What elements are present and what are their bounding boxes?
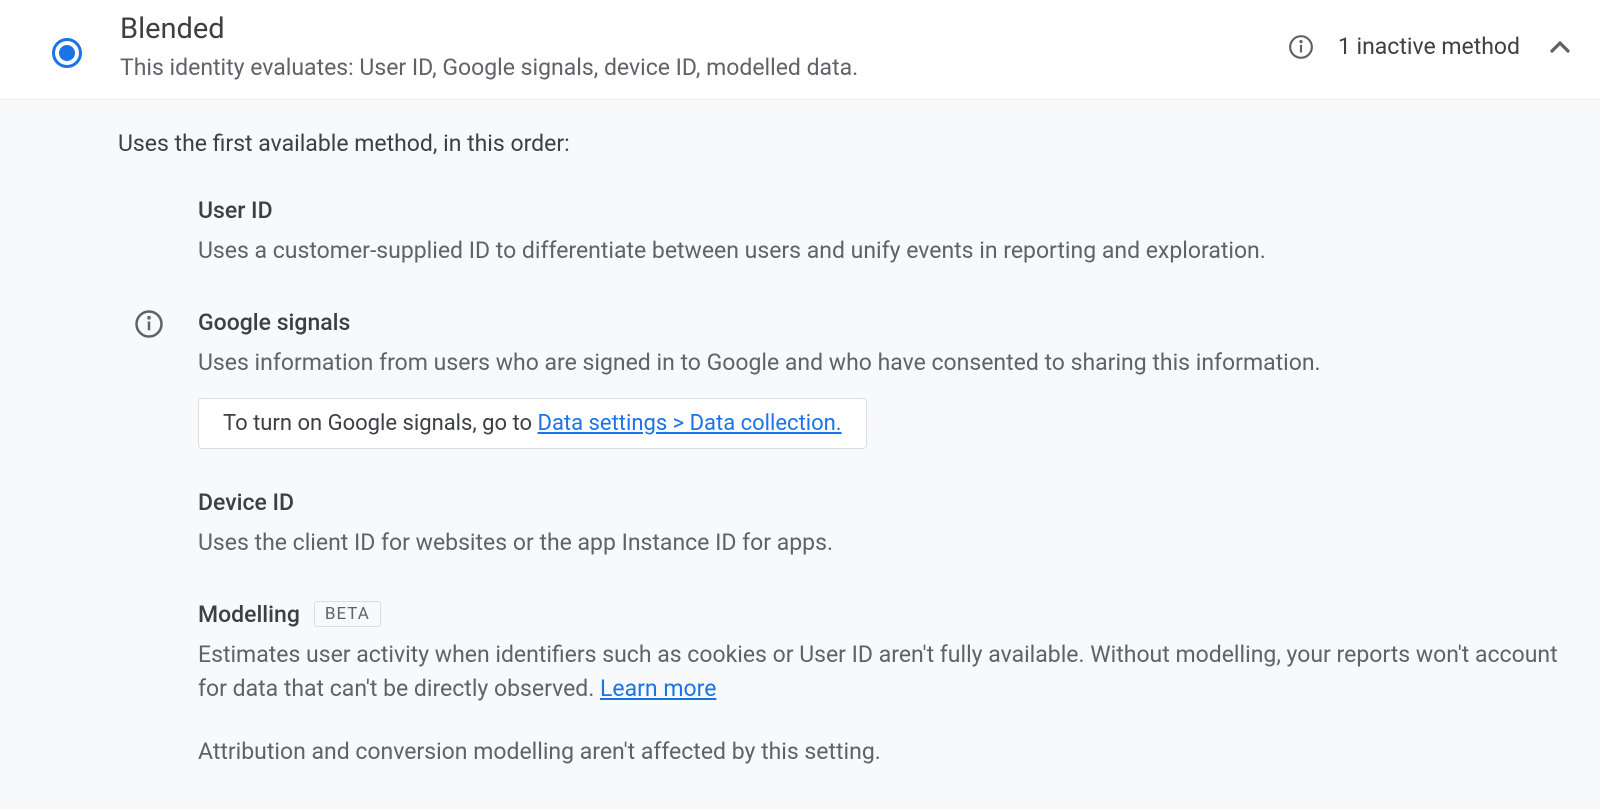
header-right-group: 1 inactive method bbox=[1288, 31, 1576, 63]
modelling-desc-prefix: Estimates user activity when identifiers… bbox=[198, 641, 1558, 703]
option-title: Blended bbox=[120, 12, 1288, 46]
google-signals-callout: To turn on Google signals, go to Data se… bbox=[198, 398, 867, 449]
method-title: Device ID bbox=[198, 489, 1576, 516]
data-collection-link[interactable]: Data settings > Data collection. bbox=[538, 411, 842, 436]
option-subtitle: This identity evaluates: User ID, Google… bbox=[120, 54, 1288, 81]
method-title: Modelling bbox=[198, 601, 300, 628]
blended-radio[interactable] bbox=[52, 38, 82, 68]
modelling-note: Attribution and conversion modelling are… bbox=[198, 735, 1576, 770]
method-title: Google signals bbox=[198, 309, 1576, 336]
method-google-signals: Google signals Uses information from use… bbox=[198, 309, 1576, 450]
methods-intro: Uses the first available method, in this… bbox=[118, 130, 1576, 157]
radio-wrapper bbox=[52, 16, 82, 68]
chevron-up-icon[interactable] bbox=[1544, 31, 1576, 63]
info-icon[interactable] bbox=[134, 309, 164, 339]
method-desc: Uses a customer-supplied ID to different… bbox=[198, 234, 1576, 269]
option-header-row: Blended This identity evaluates: User ID… bbox=[0, 0, 1600, 100]
header-text-block: Blended This identity evaluates: User ID… bbox=[120, 12, 1288, 81]
method-device-id: Device ID Uses the client ID for website… bbox=[198, 489, 1576, 561]
option-body: Uses the first available method, in this… bbox=[0, 100, 1600, 809]
method-desc: Uses information from users who are sign… bbox=[198, 346, 1576, 381]
beta-badge: BETA bbox=[314, 601, 381, 627]
method-desc: Uses the client ID for websites or the a… bbox=[198, 526, 1576, 561]
method-title: User ID bbox=[198, 197, 1576, 224]
radio-dot-icon bbox=[59, 45, 75, 61]
method-list: User ID Uses a customer-supplied ID to d… bbox=[118, 197, 1576, 769]
learn-more-link[interactable]: Learn more bbox=[600, 675, 716, 702]
callout-prefix: To turn on Google signals, go to bbox=[223, 411, 538, 436]
method-desc: Estimates user activity when identifiers… bbox=[198, 638, 1576, 707]
info-icon[interactable] bbox=[1288, 34, 1314, 60]
method-modelling: Modelling BETA Estimates user activity w… bbox=[198, 601, 1576, 770]
method-user-id: User ID Uses a customer-supplied ID to d… bbox=[198, 197, 1576, 269]
method-title-row: Modelling BETA bbox=[198, 601, 1576, 628]
inactive-method-text: 1 inactive method bbox=[1338, 33, 1520, 60]
